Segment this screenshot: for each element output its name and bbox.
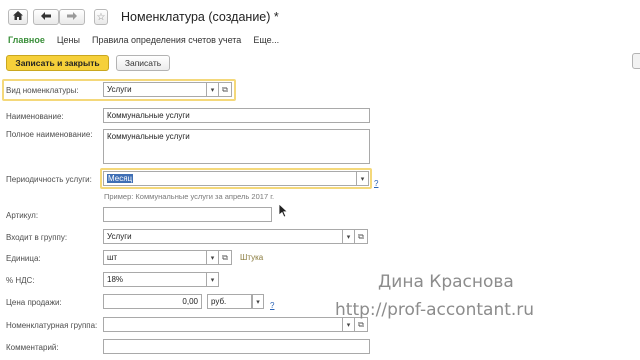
watermark-site: http://prof-accontant.ru: [335, 300, 535, 320]
open-icon: ⧉: [358, 231, 364, 241]
vat-label: % НДС:: [6, 276, 35, 285]
forward-button[interactable]: [59, 9, 85, 25]
chevron-down-icon: ▾: [210, 254, 215, 262]
chevron-down-icon: ▾: [256, 298, 260, 306]
periodicity-value: Месяц: [107, 174, 134, 183]
article-label: Артикул:: [6, 211, 39, 220]
vat-field[interactable]: 18%: [103, 272, 207, 287]
tab-account-rules[interactable]: Правила определения счетов учета: [92, 35, 241, 45]
periodicity-dropdown-button[interactable]: ▾: [357, 171, 369, 186]
periodicity-example: Пример: Коммунальные услуги за апрель 20…: [104, 192, 275, 201]
group-open-button[interactable]: ⧉: [355, 229, 368, 244]
tab-more[interactable]: Еще...: [253, 35, 279, 45]
tab-bar: Главное Цены Правила определения счетов …: [8, 35, 291, 45]
home-icon: [13, 11, 23, 23]
save-and-close-button[interactable]: Записать и закрыть: [6, 55, 109, 71]
periodicity-label: Периодичность услуги:: [6, 175, 92, 184]
chevron-down-icon: ▾: [346, 233, 351, 241]
type-open-button[interactable]: ⧉: [219, 82, 232, 97]
group-label: Входит в группу:: [6, 233, 68, 242]
unit-open-button[interactable]: ⧉: [219, 250, 232, 265]
group-dropdown-button[interactable]: ▾: [343, 229, 355, 244]
mouse-cursor-icon: [278, 203, 289, 220]
full-name-field[interactable]: Коммунальные услуги: [103, 129, 370, 164]
unit-full-name: Штука: [240, 253, 264, 262]
open-icon: ⧉: [358, 319, 364, 329]
group-field[interactable]: Услуги: [103, 229, 343, 244]
comment-field[interactable]: [103, 339, 370, 354]
open-icon: ⧉: [222, 252, 228, 262]
vat-dropdown-button[interactable]: ▾: [207, 272, 219, 287]
name-field[interactable]: Коммунальные услуги: [103, 108, 370, 123]
comment-label: Комментарий:: [6, 343, 59, 352]
full-name-label: Полное наименование:: [6, 130, 93, 139]
home-button[interactable]: [8, 9, 28, 25]
unit-dropdown-button[interactable]: ▾: [207, 250, 219, 265]
type-dropdown-button[interactable]: ▾: [207, 82, 219, 97]
price-label: Цена продажи:: [6, 298, 62, 307]
tab-main[interactable]: Главное: [8, 35, 45, 45]
price-help-link[interactable]: ?: [270, 301, 274, 310]
arrow-right-icon: [67, 11, 77, 23]
currency-field[interactable]: руб.: [207, 294, 252, 309]
price-field[interactable]: 0,00: [103, 294, 202, 309]
save-button[interactable]: Записать: [116, 55, 170, 71]
chevron-down-icon: ▾: [210, 276, 215, 284]
periodicity-field[interactable]: Месяц: [103, 171, 357, 186]
open-icon: ⧉: [222, 84, 228, 94]
chevron-down-icon: ▾: [346, 321, 351, 329]
arrow-left-icon: [41, 11, 51, 23]
periodicity-help-link[interactable]: ?: [374, 179, 378, 188]
type-field[interactable]: Услуги: [103, 82, 207, 97]
name-label: Наименование:: [6, 112, 64, 121]
chevron-down-icon: ▾: [210, 86, 215, 94]
favorite-button[interactable]: ☆: [94, 9, 108, 25]
more-button-edge[interactable]: [632, 53, 640, 69]
article-field[interactable]: [103, 207, 272, 222]
nom-group-field[interactable]: [103, 317, 343, 332]
currency-dropdown-button[interactable]: ▾: [252, 294, 264, 309]
nom-group-label: Номенклатурная группа:: [6, 321, 98, 330]
back-button[interactable]: [33, 9, 59, 25]
window-title: Номенклатура (создание) *: [121, 10, 279, 24]
chevron-down-icon: ▾: [360, 175, 365, 183]
type-label: Вид номенклатуры:: [6, 86, 79, 95]
unit-label: Единица:: [6, 254, 41, 263]
unit-field[interactable]: шт: [103, 250, 207, 265]
tab-prices[interactable]: Цены: [57, 35, 80, 45]
watermark-author: Дина Краснова: [378, 272, 514, 292]
star-icon: ☆: [96, 11, 106, 23]
